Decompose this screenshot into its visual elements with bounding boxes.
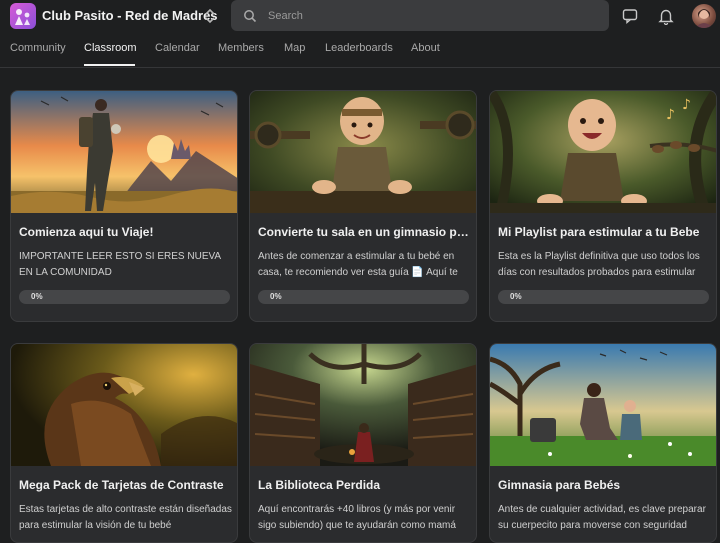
svg-text:♪: ♪ [666, 107, 675, 123]
progress-label: 0% [510, 292, 522, 301]
course-card[interactable]: Convierte tu sala en un gimnasio para be… [249, 90, 477, 322]
search-box[interactable] [231, 0, 609, 31]
avatar[interactable] [692, 4, 716, 28]
course-card[interactable]: Mega Pack de Tarjetas de Contraste Estas… [10, 343, 238, 543]
group-logo[interactable] [10, 3, 36, 29]
progress-bar: 0% [498, 290, 709, 304]
course-title: La Biblioteca Perdida [258, 478, 381, 492]
course-cover-image: ♪ ♪ [490, 91, 716, 213]
tab-map[interactable]: Map [284, 42, 305, 54]
tab-about[interactable]: About [411, 42, 440, 54]
top-bar: Club Pasito - Red de Madres [0, 0, 720, 32]
nav-tabs: Community Classroom Calendar Members Map… [0, 32, 720, 68]
tab-classroom[interactable]: Classroom [84, 42, 137, 54]
progress-bar: 0% [258, 290, 469, 304]
progress-bar: 0% [19, 290, 230, 304]
course-cover-image [11, 91, 237, 213]
course-card[interactable]: ♪ ♪ Mi Playlist para estimular a tu Bebe… [489, 90, 717, 322]
course-description: Antes de cualquier actividad, es clave p… [498, 504, 706, 531]
svg-text:♪: ♪ [682, 97, 691, 113]
active-tab-indicator [84, 64, 135, 66]
course-title: Mega Pack de Tarjetas de Contraste [19, 478, 224, 492]
course-title: Convierte tu sala en un gimnasio para be… [258, 225, 470, 239]
course-cover-image [490, 344, 716, 466]
course-card[interactable]: Gimnasia para Bebés Antes de cualquier a… [489, 343, 717, 543]
course-cover-image [11, 344, 237, 466]
bell-icon[interactable] [657, 7, 675, 26]
course-title: Mi Playlist para estimular a tu Bebe [498, 225, 700, 239]
progress-label: 0% [31, 292, 43, 301]
course-cover-image [250, 344, 476, 466]
progress-label: 0% [270, 292, 282, 301]
course-description: Aquí encontrarás +40 libros (y más por v… [258, 504, 456, 531]
search-input[interactable] [268, 0, 598, 31]
course-card[interactable]: La Biblioteca Perdida Aquí encontrarás +… [249, 343, 477, 543]
course-description: Esta es la Playlist definitiva que uso t… [498, 251, 700, 278]
tab-leaderboards[interactable]: Leaderboards [325, 42, 393, 54]
chevron-updown-icon[interactable] [203, 8, 217, 24]
course-description: Antes de comenzar a estimular a tu bebé … [258, 251, 458, 278]
search-icon [243, 9, 257, 28]
tab-community[interactable]: Community [10, 42, 66, 54]
course-title: Gimnasia para Bebés [498, 478, 621, 492]
tab-members[interactable]: Members [218, 42, 264, 54]
course-description: Estas tarjetas de alto contraste están d… [19, 504, 232, 531]
chat-bubble-icon[interactable] [621, 7, 639, 25]
tab-calendar[interactable]: Calendar [155, 42, 200, 54]
course-title: Comienza aqui tu Viaje! [19, 225, 154, 239]
course-card[interactable]: Comienza aqui tu Viaje! IMPORTANTE LEER … [10, 90, 238, 322]
course-description: IMPORTANTE LEER ESTO SI ERES NUEVA EN LA… [19, 251, 221, 278]
course-cover-image [250, 91, 476, 213]
group-name[interactable]: Club Pasito - Red de Madres [42, 8, 218, 23]
